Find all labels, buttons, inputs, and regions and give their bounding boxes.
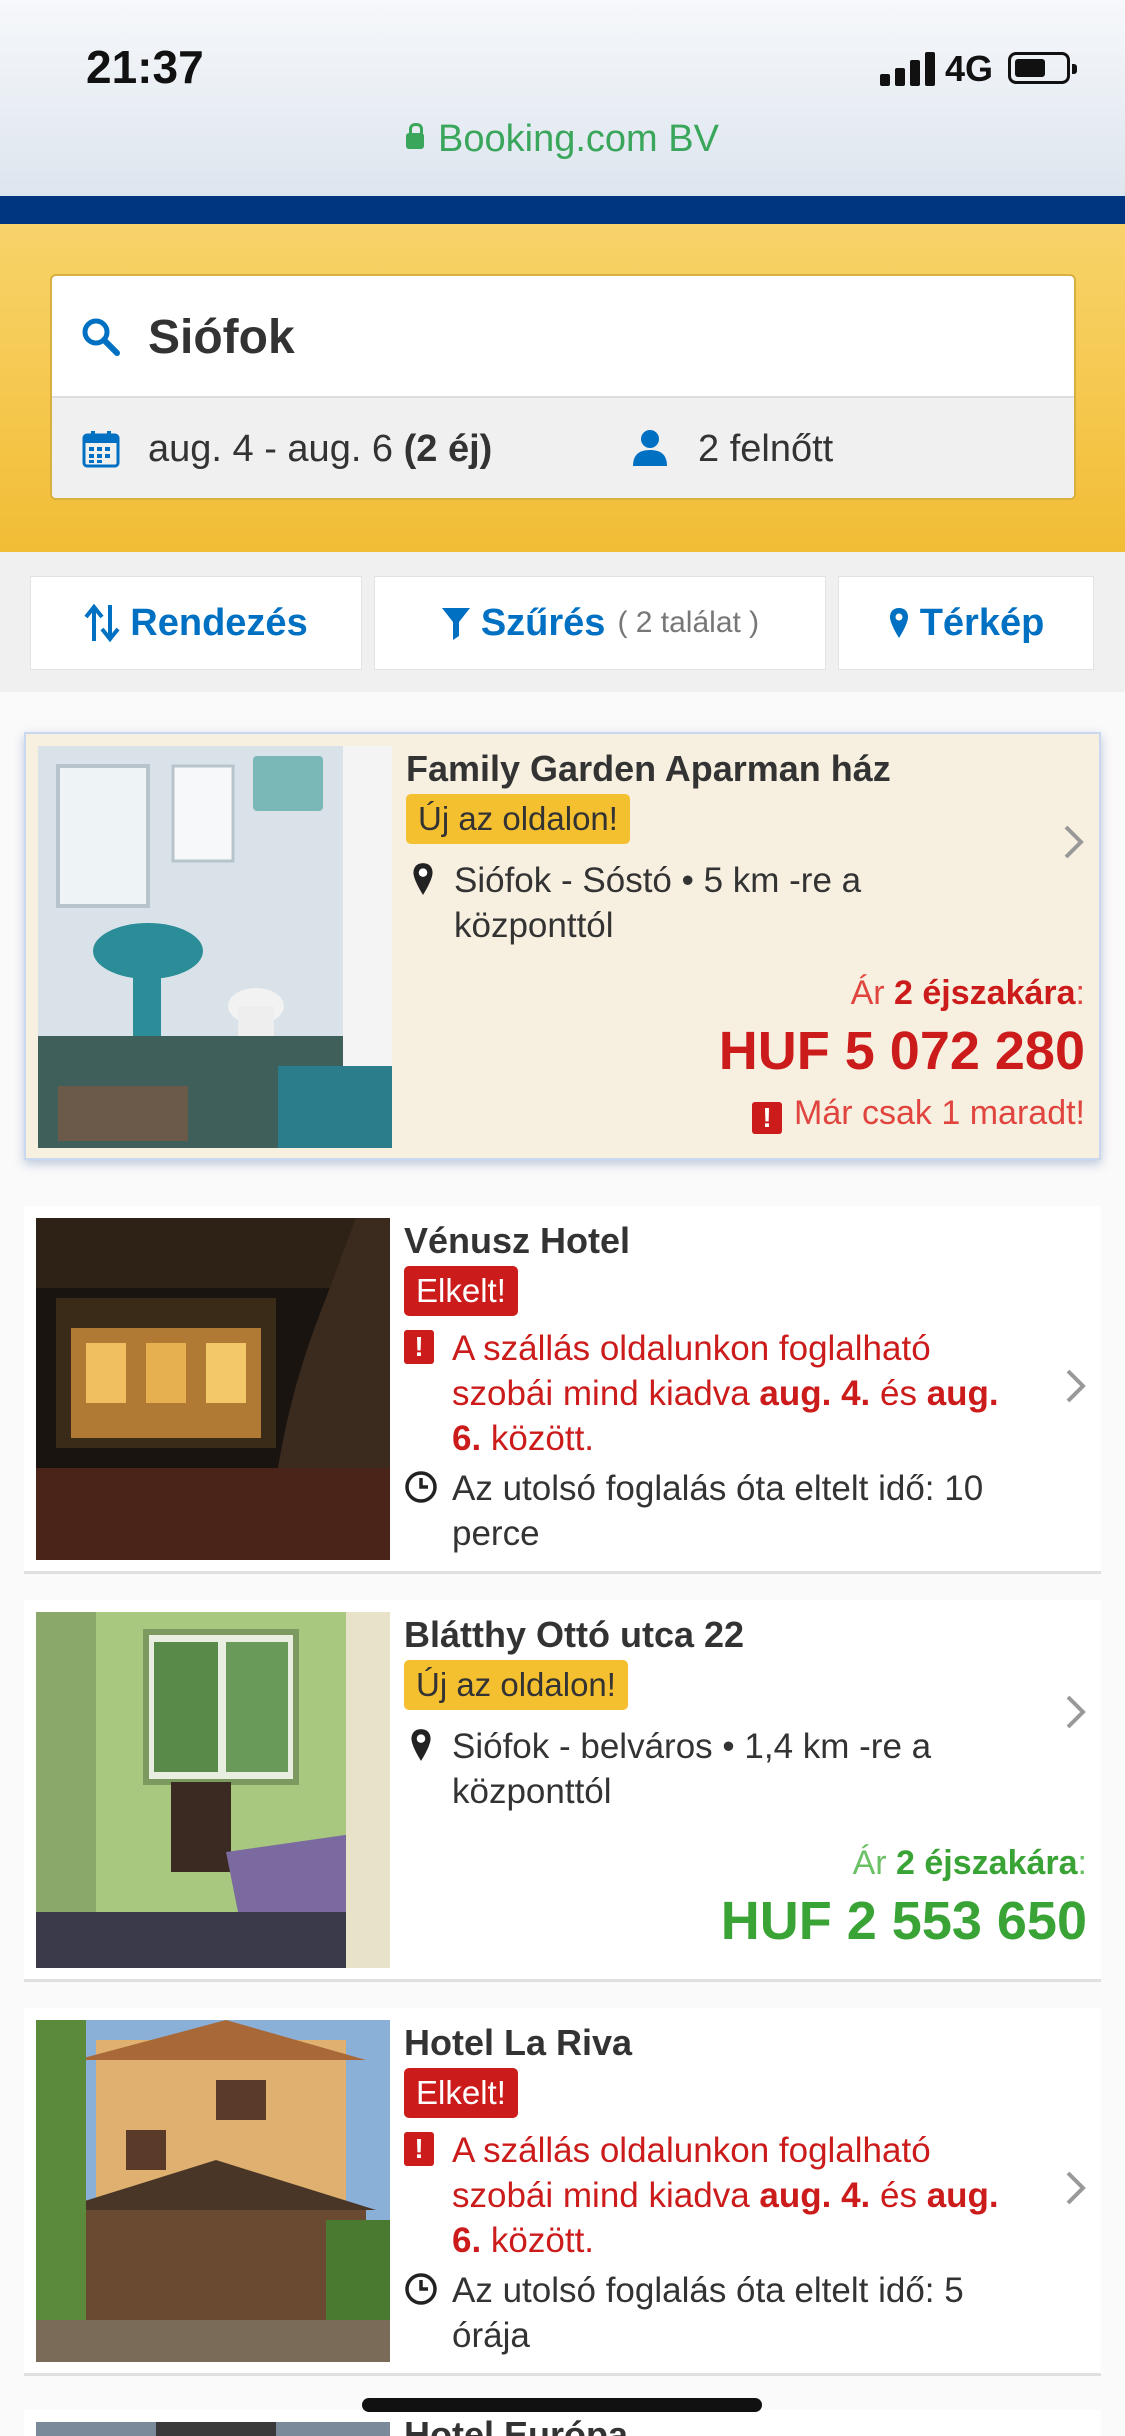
filter-label: Szűrés (480, 601, 606, 644)
site-name: Booking.com BV (438, 118, 719, 160)
rooms-remaining: ! Már csak 1 maradt! (752, 1094, 1085, 1134)
last-booking-time: Az utolsó foglalás óta eltelt idő: 10 pe… (452, 1469, 984, 1553)
last-booking-time: Az utolsó foglalás óta eltelt idő: 5 órá… (452, 2271, 964, 2355)
sold-out-message: A szállás oldalunkon foglalható szobái m… (452, 2131, 999, 2260)
listing-title[interactable]: Hotel La Riva (404, 2022, 632, 2064)
search-icon (82, 318, 120, 356)
listing-location: Siófok - Sóstó • 5 km -re a központtól (454, 861, 862, 945)
listing-photo (38, 746, 392, 1148)
location-pin-icon (411, 1729, 431, 1761)
listing-card[interactable]: Vénusz Hotel Elkelt! ! A szállás oldalun… (24, 1206, 1101, 1574)
map-pin-icon (889, 608, 908, 638)
listing-price: HUF 5 072 280 (718, 1021, 1085, 1081)
price-label: Ár 2 éjszakára: (852, 1844, 1087, 1882)
listing-title[interactable]: Family Garden Aparman ház (406, 748, 891, 790)
dates-guests-row[interactable]: aug. 4 - aug. 6 (2 éj) 2 felnőtt (52, 396, 1074, 498)
guests-value: 2 felnőtt (698, 428, 834, 470)
listing-photo (36, 2422, 390, 2436)
listing-title[interactable]: Hotel Európa (404, 2414, 628, 2436)
chevron-right-icon[interactable] (1065, 1694, 1087, 1730)
filter-count: ( 2 találat ) (617, 606, 760, 639)
listing-title[interactable]: Vénusz Hotel (404, 1220, 630, 1262)
chevron-right-icon[interactable] (1065, 1368, 1087, 1404)
filter-icon (441, 608, 470, 640)
listing-title[interactable]: Blátthy Ottó utca 22 (404, 1614, 744, 1656)
listing-photo (36, 2020, 390, 2362)
sort-button[interactable]: Rendezés (30, 576, 362, 670)
lock-icon (406, 123, 425, 149)
sold-out-badge: Elkelt! (404, 2068, 518, 2118)
chevron-right-icon[interactable] (1063, 824, 1085, 860)
listing-photo (36, 1218, 390, 1560)
signal-icon (880, 52, 936, 86)
listing-card[interactable]: Family Garden Aparman ház Új az oldalon!… (24, 732, 1101, 1160)
listing-price: HUF 2 553 650 (720, 1891, 1087, 1951)
brand-header-strip (0, 196, 1125, 224)
listing-card[interactable]: Hotel La Riva Elkelt! ! A szállás oldalu… (24, 2008, 1101, 2376)
alert-icon: ! (752, 1102, 783, 1134)
sold-out-badge: Elkelt! (404, 1266, 518, 1316)
network-type: 4G (945, 48, 994, 89)
listing-card[interactable]: Hotel Európa (24, 2410, 1101, 2436)
new-badge: Új az oldalon! (406, 794, 630, 844)
clock-icon (405, 1471, 437, 1503)
sold-out-message: A szállás oldalunkon foglalható szobái m… (452, 1329, 999, 1458)
status-time: 21:37 (86, 41, 204, 93)
clock-icon (405, 2273, 437, 2305)
chevron-right-icon[interactable] (1065, 2170, 1087, 2206)
sort-label: Rendezés (130, 601, 308, 644)
location-pin-icon (413, 863, 433, 895)
home-indicator[interactable] (362, 2398, 762, 2412)
url-bar[interactable]: Booking.com BV (0, 118, 1125, 161)
dates-value: aug. 4 - aug. 6 (2 éj) (148, 428, 493, 470)
filter-bar: Rendezés Szűrés ( 2 találat ) Térkép (0, 552, 1125, 692)
sort-icon (84, 603, 120, 643)
listing-card[interactable]: Blátthy Ottó utca 22 Új az oldalon! Sióf… (24, 1600, 1101, 1982)
listing-photo (36, 1612, 390, 1968)
alert-icon: ! (404, 2132, 434, 2166)
map-label: Térkép (919, 601, 1045, 644)
filter-button[interactable]: Szűrés ( 2 találat ) (374, 576, 826, 670)
browser-header: 21:37 4G Booking.com BV (0, 0, 1125, 196)
battery-icon (1008, 52, 1077, 84)
destination-field[interactable]: Siófok (52, 276, 1074, 396)
person-icon (633, 430, 667, 466)
destination-value: Siófok (148, 311, 295, 364)
map-button[interactable]: Térkép (838, 576, 1094, 670)
search-box: Siófok aug. 4 - aug. 6 (2 éj) 2 felnőtt (50, 274, 1076, 500)
price-label: Ár 2 éjszakára: (850, 974, 1085, 1012)
calendar-icon (82, 431, 120, 468)
new-badge: Új az oldalon! (404, 1660, 628, 1710)
alert-icon: ! (404, 1330, 434, 1364)
listing-location: Siófok - belváros • 1,4 km -re a központ… (452, 1727, 932, 1811)
